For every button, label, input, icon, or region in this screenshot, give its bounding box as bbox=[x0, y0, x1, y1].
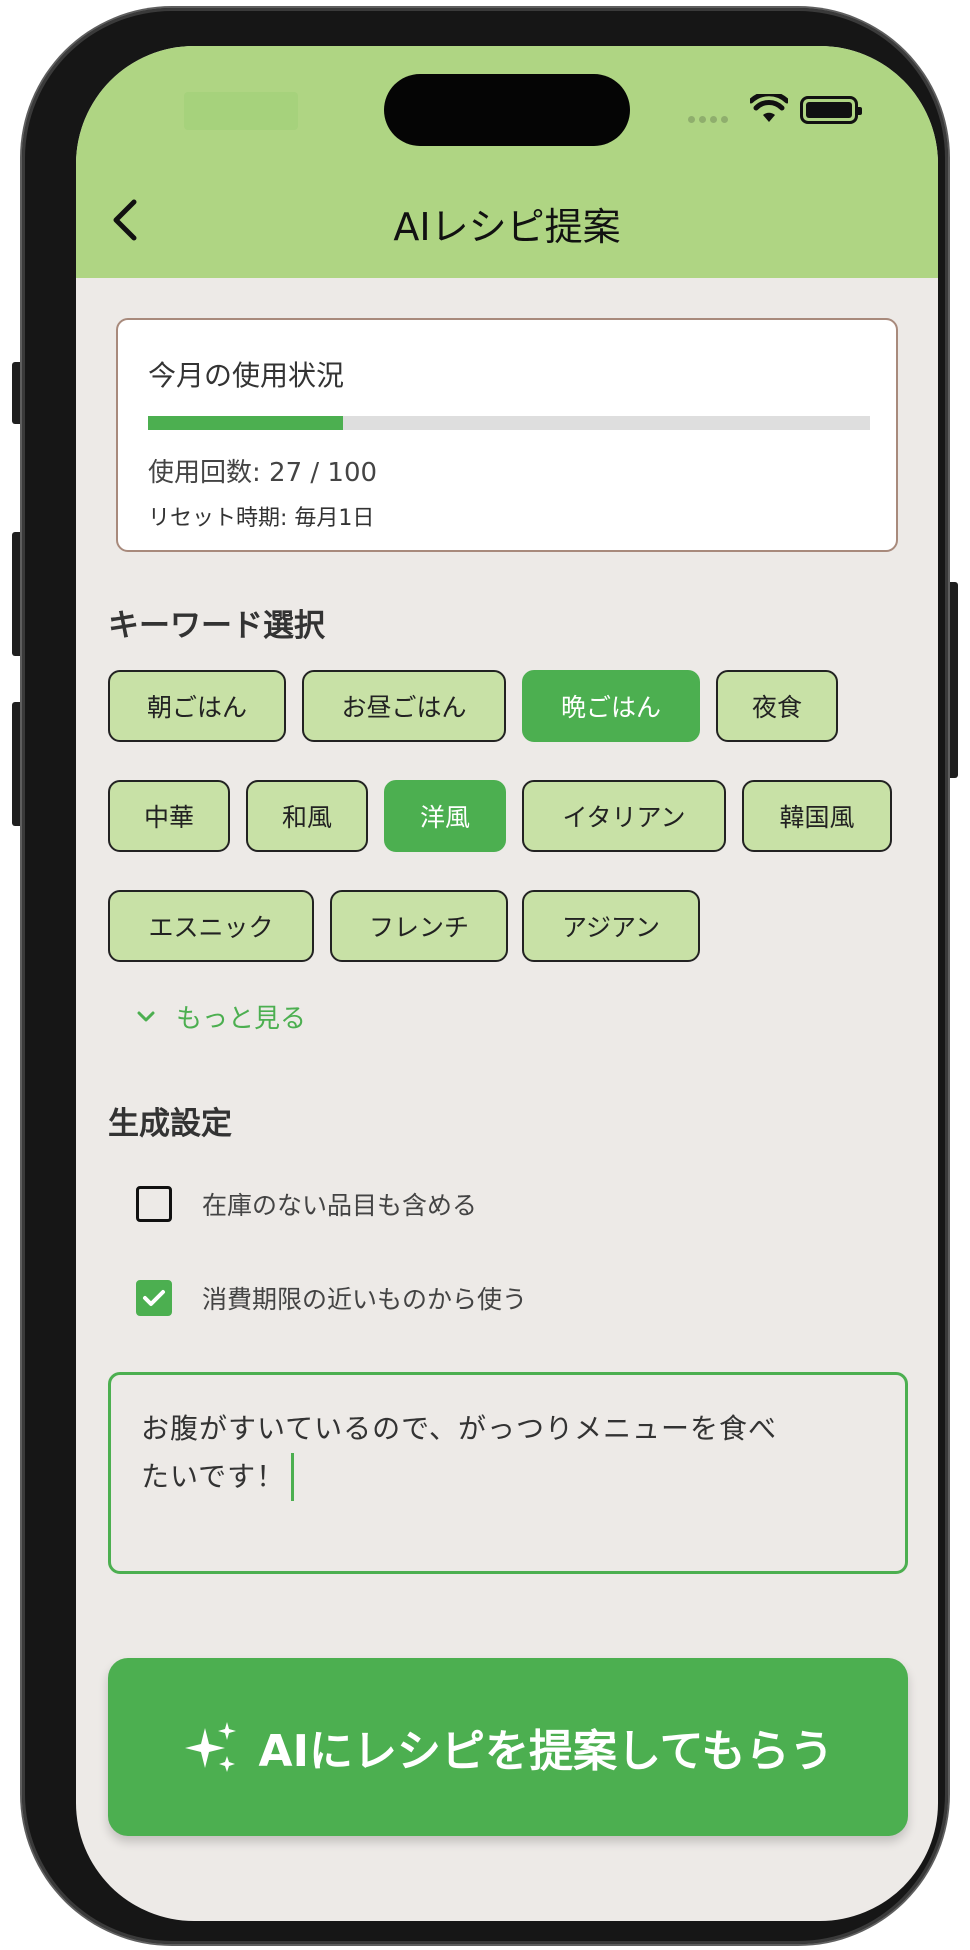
wifi-icon bbox=[750, 94, 788, 122]
suggest-recipe-button[interactable]: AIにレシピを提案してもらう bbox=[108, 1658, 908, 1836]
text-caret bbox=[291, 1453, 295, 1501]
dynamic-island bbox=[384, 74, 630, 146]
sparkles-icon bbox=[184, 1722, 236, 1772]
usage-progress-fill bbox=[148, 416, 343, 430]
keyword-chip[interactable]: 洋風 bbox=[384, 780, 506, 852]
chevron-down-icon bbox=[137, 1011, 155, 1021]
chip-label: お昼ごはん bbox=[341, 693, 467, 722]
chip-label: 朝ごはん bbox=[146, 693, 247, 722]
keyword-chip[interactable]: 中華 bbox=[108, 780, 230, 852]
submit-label: AIにレシピを提案してもらう bbox=[258, 1726, 834, 1777]
chip-label: フレンチ bbox=[368, 913, 469, 942]
chip-label: 和風 bbox=[281, 803, 332, 832]
keyword-chip[interactable]: 朝ごはん bbox=[108, 670, 286, 742]
keyword-chip[interactable]: 和風 bbox=[246, 780, 368, 852]
battery-icon bbox=[800, 96, 862, 124]
device-frame: AIレシピ提案 今月の使用状況 使用回数: 27 / 100 リセット時期: 毎… bbox=[22, 8, 948, 1944]
keyword-chip[interactable]: お昼ごはん bbox=[302, 670, 506, 742]
keyword-section-title: キーワード選択 bbox=[108, 608, 325, 644]
option-label: 在庫のない品目も含める bbox=[202, 1191, 478, 1220]
request-textarea[interactable]: お腹がすいているので、がっつりメニューを食べ たいです！ bbox=[108, 1372, 908, 1574]
option-label: 消費期限の近いものから使う bbox=[202, 1285, 528, 1314]
page-title: AIレシピ提案 bbox=[393, 205, 621, 249]
keyword-chip[interactable]: エスニック bbox=[108, 890, 314, 962]
usage-progress-bar bbox=[148, 416, 870, 430]
header: AIレシピ提案 bbox=[76, 46, 938, 278]
use-expiring-first-option[interactable]: 消費期限の近いものから使う bbox=[136, 1280, 527, 1316]
check-icon bbox=[143, 1290, 165, 1306]
chip-label: アジアン bbox=[561, 913, 660, 942]
keyword-chip[interactable]: アジアン bbox=[522, 890, 700, 962]
chip-label: イタリアン bbox=[562, 803, 686, 832]
usage-reset: リセット時期: 毎月1日 bbox=[148, 506, 375, 531]
chip-label: 夜食 bbox=[751, 693, 802, 722]
keyword-chip[interactable]: 韓国風 bbox=[742, 780, 892, 852]
usage-count: 使用回数: 27 / 100 bbox=[148, 458, 378, 488]
checkbox[interactable] bbox=[136, 1280, 172, 1316]
keyword-chip[interactable]: 夜食 bbox=[716, 670, 838, 742]
request-text-line: お腹がすいているので、がっつりメニューを食べ bbox=[141, 1412, 778, 1445]
settings-section-title: 生成設定 bbox=[108, 1106, 232, 1142]
usage-title: 今月の使用状況 bbox=[148, 359, 345, 392]
usage-card: 今月の使用状況 使用回数: 27 / 100 リセット時期: 毎月1日 bbox=[116, 318, 898, 552]
status-time bbox=[184, 92, 298, 130]
show-more-button[interactable]: もっと見る bbox=[136, 998, 306, 1035]
chip-label: 晩ごはん bbox=[560, 693, 661, 722]
chip-label: 韓国風 bbox=[779, 803, 855, 832]
keyword-chip[interactable]: 晩ごはん bbox=[522, 670, 700, 742]
request-text-line: たいです！ bbox=[141, 1453, 875, 1501]
chip-label: 中華 bbox=[143, 803, 194, 832]
chip-label: エスニック bbox=[148, 913, 274, 942]
keyword-chip[interactable]: イタリアン bbox=[522, 780, 726, 852]
screen: AIレシピ提案 今月の使用状況 使用回数: 27 / 100 リセット時期: 毎… bbox=[76, 46, 938, 1921]
request-text-tail: たいです！ bbox=[141, 1460, 286, 1493]
cellular-icon bbox=[688, 116, 728, 123]
include-out-of-stock-option[interactable]: 在庫のない品目も含める bbox=[136, 1186, 477, 1222]
chip-label: 洋風 bbox=[419, 803, 470, 832]
show-more-label: もっと見る bbox=[176, 1004, 307, 1034]
keyword-chip[interactable]: フレンチ bbox=[330, 890, 508, 962]
checkbox[interactable] bbox=[136, 1186, 172, 1222]
